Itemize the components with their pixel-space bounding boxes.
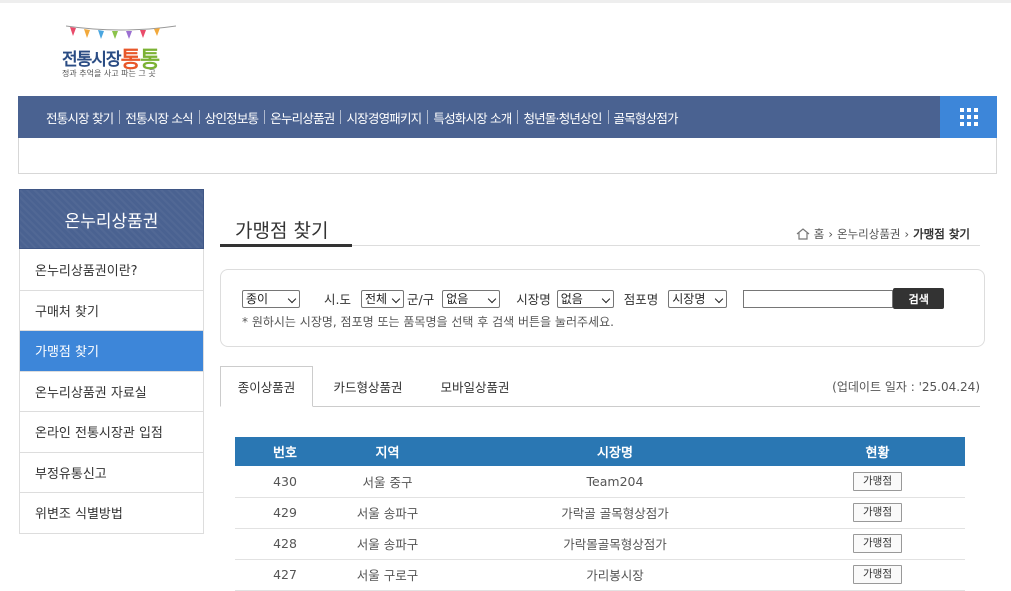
table-row: 429 서울 송파구 가락골 골목형상점가 가맹점 xyxy=(235,497,965,529)
search-panel: 종이 시.도 전체 군/구 없음 시장명 없음 점포명 시장명 검색 * 원하시… xyxy=(220,269,985,347)
cell-no: 430 xyxy=(235,466,335,498)
store-list-button[interactable]: 가맹점 xyxy=(853,534,902,553)
sidebar-item[interactable]: 구매처 찾기 xyxy=(20,289,203,331)
store-list-button[interactable]: 가맹점 xyxy=(853,565,902,584)
all-menu-button[interactable] xyxy=(940,96,997,138)
nav-item[interactable]: 특성화시장 소개 xyxy=(427,108,517,127)
search-button[interactable]: 검색 xyxy=(893,288,945,309)
cell-no: 429 xyxy=(235,497,335,529)
sido-label: 시.도 xyxy=(324,292,351,307)
grid-menu-icon xyxy=(959,108,978,126)
cell-market: 가리봉시장 xyxy=(440,559,790,591)
table-row: 430 서울 중구 Team204 가맹점 xyxy=(235,466,965,498)
search-input[interactable] xyxy=(743,289,894,308)
sido-select[interactable]: 전체 xyxy=(360,289,404,308)
sidebar-item[interactable]: 온누리상품권이란? xyxy=(20,249,203,290)
store-table: 번호 지역 시장명 현황 430 서울 중구 Team204 가맹점 429 서울 송파구… xyxy=(235,437,965,591)
top-line xyxy=(0,0,1011,3)
cell-no: 427 xyxy=(235,559,335,591)
sidebar-item[interactable]: 온누리상품권 자료실 xyxy=(20,370,203,412)
chevron-right-icon: › xyxy=(904,227,910,241)
nav-item[interactable]: 청년몰·청년상인 xyxy=(517,108,607,127)
sidebar-item[interactable]: 위변조 식별방법 xyxy=(20,492,203,533)
store-list-button[interactable]: 가맹점 xyxy=(853,471,902,491)
sidebar-item[interactable]: 부정유통신고 xyxy=(20,451,203,493)
cell-market: 가락골 골목형상점가 xyxy=(440,497,790,529)
header-market: 시장명 xyxy=(440,437,790,466)
table-row: 427 서울 구로구 가리봉시장 가맹점 xyxy=(235,559,965,591)
nav-item[interactable]: 상인정보통 xyxy=(198,108,265,127)
chevron-right-icon: › xyxy=(828,227,833,241)
breadcrumb-onnuri[interactable]: 온누리상품권 xyxy=(837,226,900,242)
market-label: 시장명 xyxy=(516,292,551,307)
gungu-select[interactable]: 없음 xyxy=(442,289,501,308)
gungu-label: 군/구 xyxy=(406,292,435,307)
type-select[interactable]: 종이 xyxy=(242,289,300,308)
nav-item[interactable]: 골목형상점가 xyxy=(607,108,684,127)
header-no: 번호 xyxy=(235,437,335,466)
main-nav: 전통시장 찾기 전통시장 소식 상인정보통 온누리상품권 시장경영패키지 특성화시장 소개… xyxy=(18,96,997,138)
cell-region: 서울 송파구 xyxy=(335,528,440,560)
cell-no: 428 xyxy=(235,528,335,560)
cell-market: 가락몰골목형상점가 xyxy=(440,528,790,560)
tab-paper[interactable]: 종이상품권 xyxy=(220,366,313,407)
table-header-row: 번호 지역 시장명 현황 xyxy=(235,437,965,466)
title-accent-bar xyxy=(220,244,352,247)
nav-item[interactable]: 시장경영패키지 xyxy=(340,108,427,127)
tab-mobile[interactable]: 모바일상품권 xyxy=(425,366,525,407)
site-logo[interactable]: 전통시장통통 정과 추억을 사고 파는 그 곳 xyxy=(56,22,186,82)
page-title: 가맹점 찾기 xyxy=(235,220,329,242)
nav-item[interactable]: 전통시장 소식 xyxy=(119,108,198,127)
sidebar-item[interactable]: 가맹점 찾기 xyxy=(20,330,203,371)
cell-market: Team204 xyxy=(440,466,790,498)
cell-status: 가맹점 xyxy=(790,497,965,529)
nav-item[interactable]: 온누리상품권 xyxy=(264,108,340,127)
store-label: 점포명 xyxy=(623,292,659,307)
header-region: 지역 xyxy=(335,437,440,466)
sidebar-title: 온누리상품권 xyxy=(19,189,204,249)
cell-status: 가맹점 xyxy=(790,559,965,591)
cell-status: 가맹점 xyxy=(790,528,965,560)
sub-nav-bar xyxy=(18,138,997,174)
store-list-button[interactable]: 가맹점 xyxy=(853,503,902,522)
header-status: 현황 xyxy=(790,437,965,466)
cell-region: 서울 중구 xyxy=(335,466,440,498)
tab-card[interactable]: 카드형상품권 xyxy=(318,366,418,407)
update-date: (업데이트 일자 : '25.04.24) xyxy=(832,380,980,394)
cell-region: 서울 구로구 xyxy=(335,559,440,591)
nav-item[interactable]: 전통시장 찾기 xyxy=(40,108,119,127)
search-hint: * 원하시는 시장명, 점포명 또는 품목명을 선택 후 검색 버튼을 눌러주세… xyxy=(242,315,614,329)
home-icon xyxy=(796,228,810,240)
logo-subtitle: 정과 추억을 사고 파는 그 곳 xyxy=(62,69,156,78)
bunting-flags-icon xyxy=(66,25,176,39)
sidebar-item[interactable]: 온라인 전통시장관 입점 xyxy=(20,411,203,452)
field-select[interactable]: 시장명 xyxy=(668,289,728,308)
market-select[interactable]: 없음 xyxy=(556,289,614,308)
breadcrumb-current: 가맹점 찾기 xyxy=(913,227,970,241)
cell-region: 서울 송파구 xyxy=(335,497,440,529)
sidebar: 온누리상품권 온누리상품권이란? 구매처 찾기 가맹점 찾기 온누리상품권 자료실 온라… xyxy=(19,189,204,534)
breadcrumb-home[interactable]: 홈 xyxy=(814,226,825,242)
cell-status: 가맹점 xyxy=(790,466,965,498)
table-row: 428 서울 송파구 가락몰골목형상점가 가맹점 xyxy=(235,528,965,560)
voucher-tabs: 종이상품권 카드형상품권 모바일상품권 (업데이트 일자 : '25.04.24… xyxy=(220,366,980,407)
breadcrumb: 홈 › 온누리상품권 › 가맹점 찾기 xyxy=(796,226,970,242)
